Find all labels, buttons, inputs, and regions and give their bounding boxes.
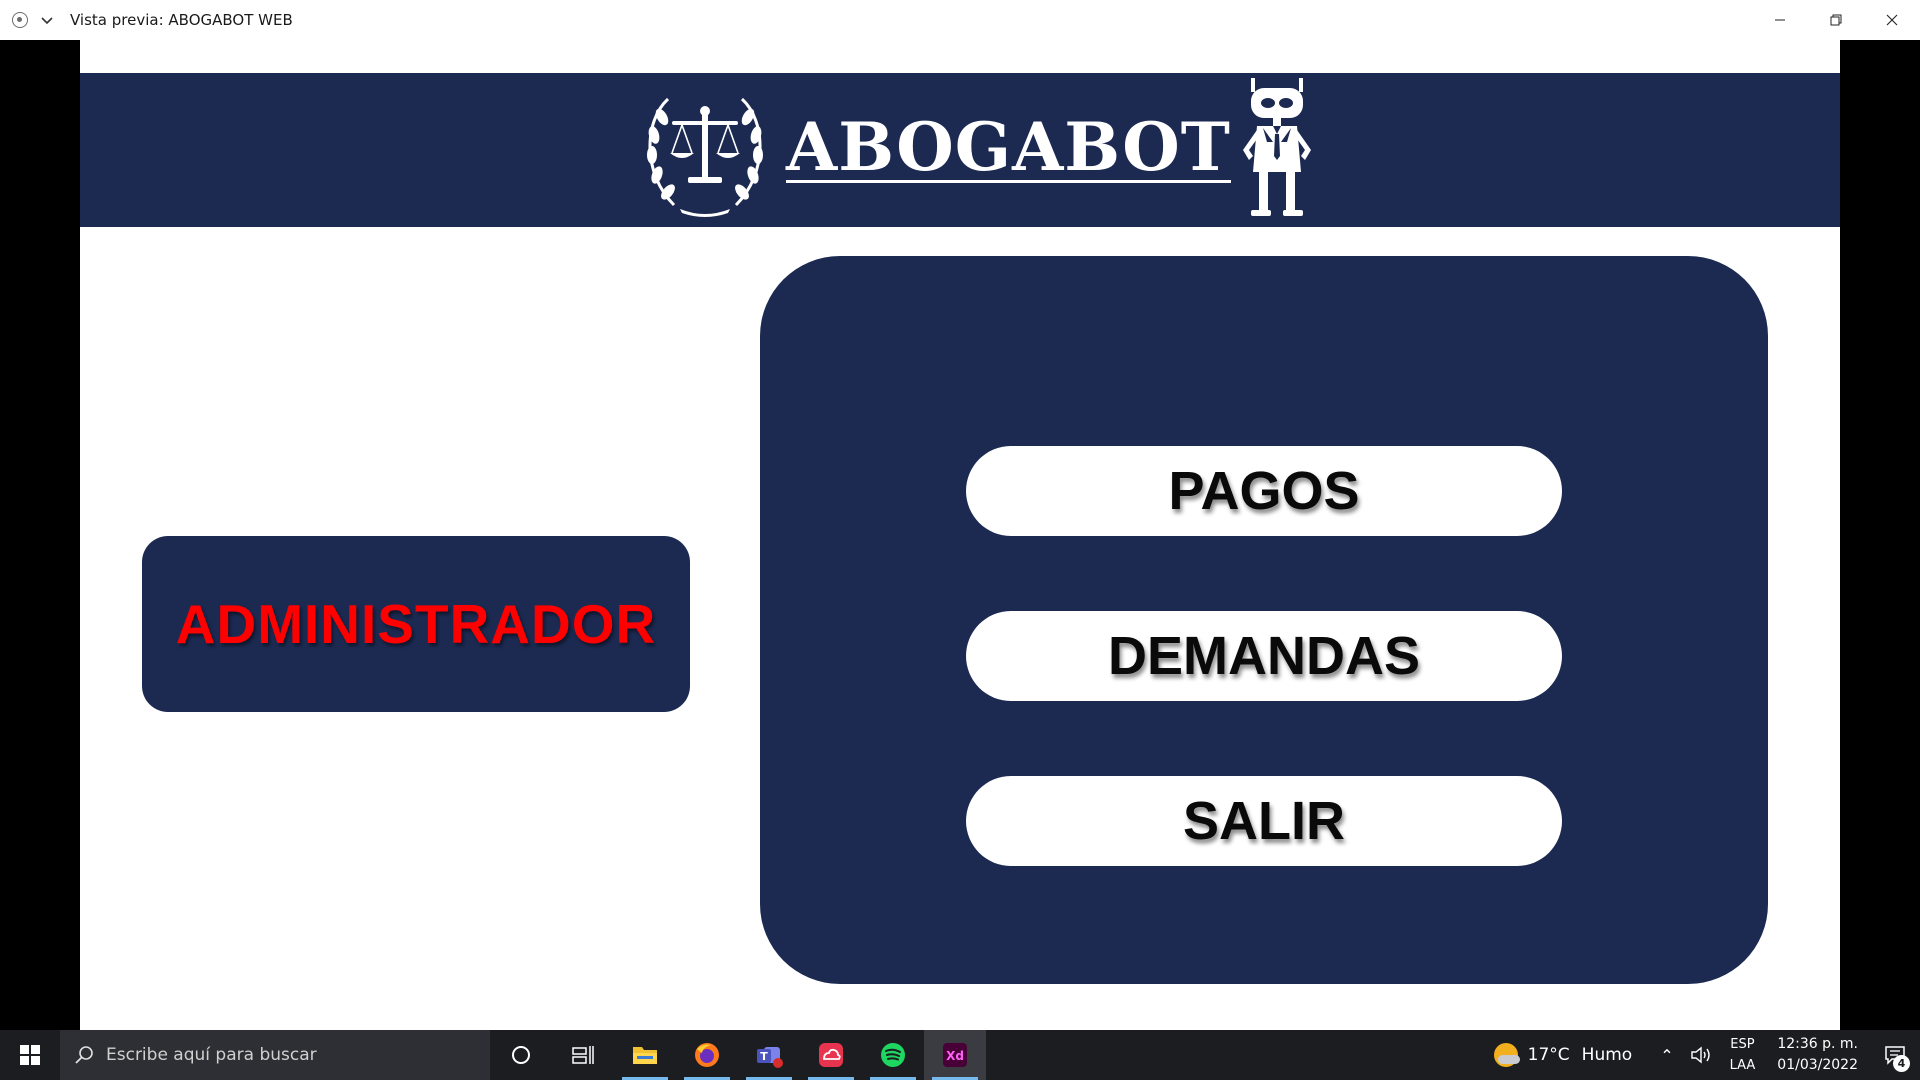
window-title-bar: Vista previa: ABOGABOT WEB: [0, 0, 1920, 40]
clock[interactable]: 12:36 p. m. 01/03/2022: [1777, 1034, 1858, 1076]
salir-button[interactable]: SALIR: [966, 776, 1562, 866]
language-line2: LAA: [1729, 1058, 1756, 1073]
salir-button-label: SALIR: [1183, 791, 1345, 851]
weather-icon: [1493, 1043, 1520, 1067]
record-icon[interactable]: [12, 12, 28, 28]
creative-cloud-button[interactable]: [800, 1030, 862, 1080]
adobe-xd-icon: Xd: [943, 1043, 967, 1067]
teams-icon: T: [757, 1047, 783, 1068]
close-button[interactable]: [1864, 0, 1920, 40]
spotify-button[interactable]: [862, 1030, 924, 1080]
search-icon: [75, 1046, 93, 1064]
robot-icon: [1242, 78, 1311, 216]
close-icon: [1886, 14, 1898, 26]
adobe-xd-label: Xd: [946, 1049, 964, 1063]
weather-condition: Humo: [1581, 1045, 1633, 1065]
chevron-up-icon[interactable]: ⌃: [1660, 1046, 1673, 1065]
header-banner: ABOGABOT: [80, 73, 1840, 227]
clock-date: 01/03/2022: [1777, 1057, 1858, 1073]
language-indicator[interactable]: ESP LAA: [1730, 1034, 1756, 1076]
spotify-icon: [881, 1043, 905, 1067]
clock-time: 12:36 p. m.: [1777, 1036, 1858, 1052]
app-viewport: ABOGABOT ADMINISTRADOR PAGOS DEMANDAS SA…: [80, 40, 1840, 1030]
file-explorer-icon: [633, 1047, 657, 1064]
window-controls: [1752, 0, 1920, 40]
windows-logo-icon: [20, 1045, 40, 1065]
task-view-icon: [572, 1046, 594, 1064]
taskbar-search[interactable]: Escribe aquí para buscar: [60, 1030, 490, 1080]
start-button[interactable]: [0, 1030, 60, 1080]
firefox-button[interactable]: [676, 1030, 738, 1080]
pagos-button-label: PAGOS: [1168, 461, 1360, 521]
volume-icon[interactable]: [1690, 1046, 1712, 1064]
language-line1: ESP: [1730, 1037, 1755, 1052]
creative-cloud-icon: [819, 1043, 843, 1067]
logo: ABOGABOT: [630, 73, 1317, 227]
pagos-button[interactable]: PAGOS: [966, 446, 1562, 536]
minimize-button[interactable]: [1752, 0, 1808, 40]
weather-temp: 17°C: [1527, 1045, 1570, 1065]
adobe-xd-button[interactable]: Xd: [924, 1030, 986, 1080]
teams-button[interactable]: T: [738, 1030, 800, 1080]
svg-text:T: T: [760, 1050, 768, 1063]
role-label: ADMINISTRADOR: [175, 593, 657, 655]
demandas-button-label: DEMANDAS: [1107, 626, 1420, 686]
window-title: Vista previa: ABOGABOT WEB: [70, 11, 293, 29]
demandas-button[interactable]: DEMANDAS: [966, 611, 1562, 701]
taskbar: Escribe aquí para buscar T Xd 17°C Humo …: [0, 1030, 1920, 1080]
weather-widget[interactable]: 17°C Humo: [1493, 1043, 1633, 1067]
chevron-down-icon[interactable]: [40, 13, 54, 27]
role-card: ADMINISTRADOR: [142, 536, 690, 712]
file-explorer-button[interactable]: [614, 1030, 676, 1080]
firefox-icon: [695, 1043, 719, 1067]
notification-count: 4: [1893, 1055, 1910, 1072]
cortana-icon: [512, 1046, 530, 1064]
brand-name: ABOGABOT: [786, 107, 1231, 186]
search-placeholder: Escribe aquí para buscar: [106, 1045, 317, 1065]
restore-icon: [1830, 14, 1842, 26]
system-tray: 17°C Humo ⌃ ESP LAA 12:36 p. m. 01/03/20…: [1493, 1030, 1920, 1080]
menu-panel: PAGOS DEMANDAS SALIR: [760, 256, 1768, 984]
task-view-button[interactable]: [552, 1030, 614, 1080]
cortana-button[interactable]: [490, 1030, 552, 1080]
notifications-button[interactable]: 4: [1870, 1030, 1920, 1080]
restore-button[interactable]: [1808, 0, 1864, 40]
minimize-icon: [1775, 19, 1785, 21]
scales-of-justice-icon: [647, 97, 763, 217]
